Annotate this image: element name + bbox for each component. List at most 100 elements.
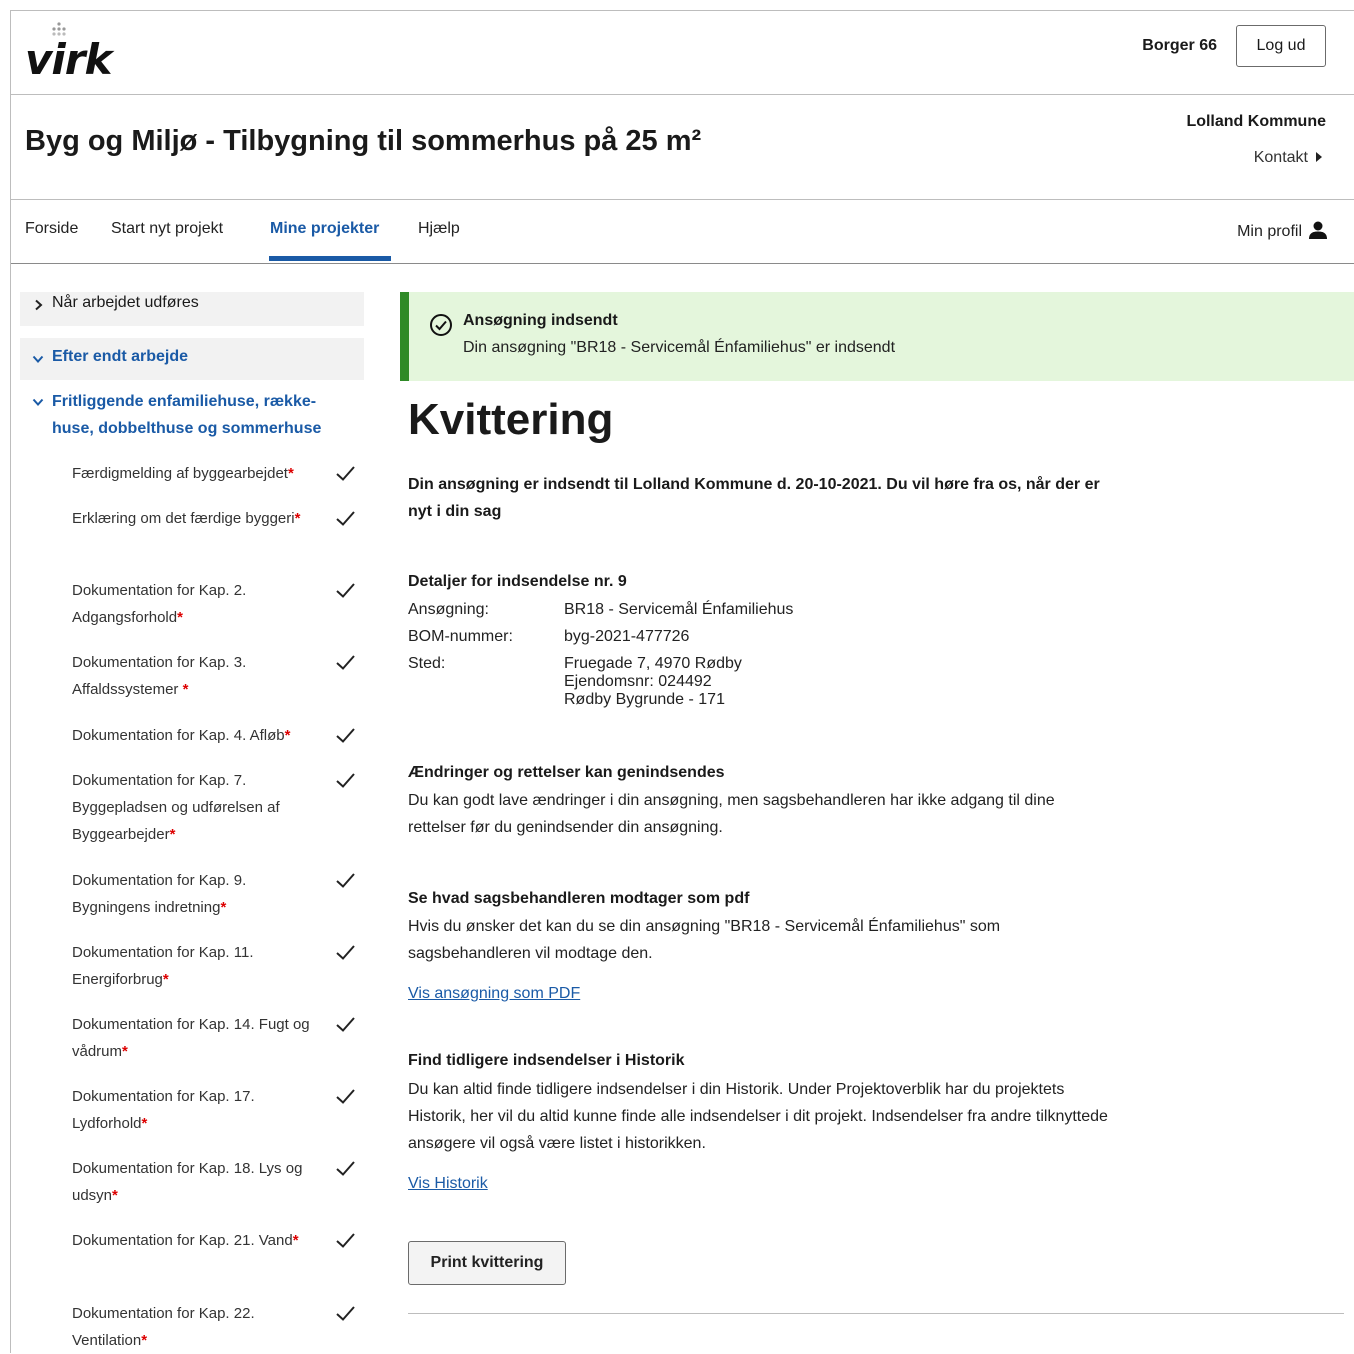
sidebar-step[interactable]: Dokumentation for Kap. 9. Bygningens ind… — [72, 867, 364, 921]
step-label: Færdigmelding af byggearbejdet — [72, 465, 288, 482]
required-marker: * — [169, 826, 176, 843]
sidebar-step[interactable]: Dokumentation for Kap. 17. Lydforhold* — [72, 1083, 364, 1137]
step-label: Dokumentation for Kap. 14. Fugt og vådru… — [72, 1016, 310, 1060]
view-history-link[interactable]: Vis Historik — [408, 1175, 488, 1193]
divider — [408, 1313, 1344, 1314]
step-label: Dokumentation for Kap. 22. Ventilation — [72, 1305, 255, 1349]
required-marker: * — [112, 1187, 118, 1204]
logout-button[interactable]: Log ud — [1236, 25, 1326, 67]
required-marker: * — [292, 1232, 299, 1249]
required-marker: * — [162, 971, 169, 988]
sidebar-step[interactable]: Dokumentation for Kap. 2. Adgangsforhold… — [72, 577, 364, 631]
sidebar-group-efter-endt-arbejde[interactable]: Efter endt arbejde — [20, 338, 364, 380]
check-circle-icon — [430, 314, 452, 336]
detail-value: byg-2021-477726 — [564, 628, 690, 645]
top-bar: virk Borger 66 Log ud — [11, 11, 1354, 95]
sidebar-step[interactable]: Dokumentation for Kap. 22. Ventilation* — [72, 1300, 364, 1354]
checkmark-icon — [336, 655, 355, 670]
checkmark-icon — [336, 728, 355, 743]
step-label: Erklæring om det færdige byggeri — [72, 510, 295, 527]
changes-text: Du kan godt lave ændringer i din ansøgni… — [408, 792, 1055, 836]
cadastral-line: Rødby Bygrunde - 171 — [564, 691, 725, 708]
step-label: Dokumentation for Kap. 4. Afløb — [72, 727, 285, 744]
pdf-title: Se hvad sagsbehandleren modtager som pdf — [408, 890, 750, 907]
required-marker: * — [141, 1332, 148, 1349]
chevron-right-icon — [35, 299, 43, 311]
active-tab-indicator — [269, 256, 391, 261]
sidebar-group-naar-arbejdet-udfoeres[interactable]: Når arbejdet udføres — [20, 292, 364, 326]
print-receipt-button[interactable]: Print kvittering — [408, 1241, 566, 1285]
success-alert: Ansøgning indsendt Din ansøgning "BR18 -… — [400, 292, 1354, 381]
sidebar-step[interactable]: Erklæring om det færdige byggeri* — [72, 505, 364, 532]
detail-value-address: Fruegade 7, 4970 Rødby Ejendomsnr: 02449… — [564, 655, 964, 709]
address-line: Fruegade 7, 4970 Rødby — [564, 655, 742, 672]
checkmark-icon — [336, 873, 355, 888]
receipt-lead: Din ansøgning er indsendt til Lolland Ko… — [408, 476, 1100, 520]
checkmark-icon — [336, 945, 355, 960]
checkmark-icon — [336, 773, 355, 788]
nav-mine-projekter[interactable]: Mine projekter — [270, 220, 379, 238]
nav-hjaelp[interactable]: Hjælp — [418, 220, 460, 238]
sidebar-group-label: Efter endt arbejde — [52, 348, 189, 365]
history-title: Find tidligere indsendelser i Historik — [408, 1052, 685, 1069]
required-marker: * — [141, 1115, 148, 1132]
title-bar: Byg og Miljø - Tilbygning til sommerhus … — [11, 95, 1354, 200]
required-marker: * — [122, 1043, 128, 1060]
step-label: Dokumentation for Kap. 2. Adgangsforhold — [72, 582, 247, 626]
nav-start-nyt-projekt[interactable]: Start nyt projekt — [111, 220, 223, 238]
detail-key: Sted: — [408, 655, 446, 672]
step-label: Dokumentation for Kap. 18. Lys og udsyn — [72, 1160, 303, 1204]
checkmark-icon — [336, 1233, 355, 1248]
required-marker: * — [284, 727, 291, 744]
property-number: Ejendomsnr: 024492 — [564, 673, 712, 690]
detail-key: BOM-nummer: — [408, 628, 513, 645]
alert-text: Din ansøgning "BR18 - Servicemål Énfamil… — [463, 339, 896, 356]
sidebar-step[interactable]: Færdigmelding af byggearbejdet* — [72, 460, 364, 487]
municipality-name: Lolland Kommune — [1186, 113, 1326, 130]
sidebar-step[interactable]: Dokumentation for Kap. 4. Afløb* — [72, 722, 364, 749]
checkmark-icon — [336, 466, 355, 481]
checkmark-icon — [336, 1161, 355, 1176]
history-text: Du kan altid finde tidligere indsendelse… — [408, 1081, 1108, 1152]
sidebar-step[interactable]: Dokumentation for Kap. 14. Fugt og vådru… — [72, 1011, 364, 1065]
required-marker: * — [182, 681, 189, 698]
required-marker: * — [294, 510, 301, 527]
view-pdf-link[interactable]: Vis ansøgning som PDF — [408, 985, 580, 1003]
sidebar-step[interactable]: Dokumentation for Kap. 18. Lys og udsyn* — [72, 1155, 364, 1209]
step-label: Dokumentation for Kap. 3. Affaldssysteme… — [72, 654, 247, 698]
checkmark-icon — [336, 583, 355, 598]
sidebar-step[interactable]: Dokumentation for Kap. 7. Byggepladsen o… — [72, 767, 364, 848]
alert-title: Ansøgning indsendt — [463, 312, 618, 329]
detail-value: BR18 - Servicemål Énfamiliehus — [564, 601, 794, 618]
receipt-heading: Kvittering — [408, 395, 614, 444]
chevron-down-icon — [32, 355, 44, 363]
profile-link[interactable]: Min profil — [1237, 220, 1328, 241]
checkmark-icon — [336, 1017, 355, 1032]
contact-label: Kontakt — [1253, 149, 1308, 166]
user-name: Borger 66 — [1142, 37, 1217, 54]
user-icon — [1309, 221, 1327, 239]
detail-key: Ansøgning: — [408, 601, 489, 618]
sidebar-step[interactable]: Dokumentation for Kap. 21. Vand* — [72, 1227, 364, 1254]
details-title: Detaljer for indsendelse nr. 9 — [408, 573, 627, 590]
step-label: Dokumentation for Kap. 17. Lydforhold — [72, 1088, 255, 1132]
step-label: Dokumentation for Kap. 21. Vand — [72, 1232, 293, 1249]
sidebar-group-label: Når arbejdet udføres — [52, 294, 199, 311]
contact-link[interactable]: Kontakt — [1254, 149, 1322, 167]
sidebar-section-label: Fritliggende enfamiliehuse, række-huse, … — [52, 393, 322, 437]
required-marker: * — [177, 609, 183, 626]
logo-text: virk — [25, 35, 112, 84]
sidebar-step[interactable]: Dokumentation for Kap. 11. Energiforbrug… — [72, 939, 364, 993]
required-marker: * — [220, 899, 227, 916]
main-nav: Forside Start nyt projekt Mine projekter… — [11, 200, 1354, 264]
step-label: Dokumentation for Kap. 7. Byggepladsen o… — [72, 772, 280, 843]
caret-right-icon — [1316, 152, 1322, 162]
virk-logo[interactable]: virk — [25, 21, 125, 84]
checkmark-icon — [336, 1089, 355, 1104]
nav-forside[interactable]: Forside — [25, 220, 78, 238]
sidebar-step[interactable]: Dokumentation for Kap. 3. Affaldssysteme… — [72, 649, 364, 703]
profile-label: Min profil — [1237, 223, 1302, 240]
checkmark-icon — [336, 511, 355, 526]
changes-title: Ændringer og rettelser kan genindsendes — [408, 764, 725, 781]
required-marker: * — [287, 465, 294, 482]
